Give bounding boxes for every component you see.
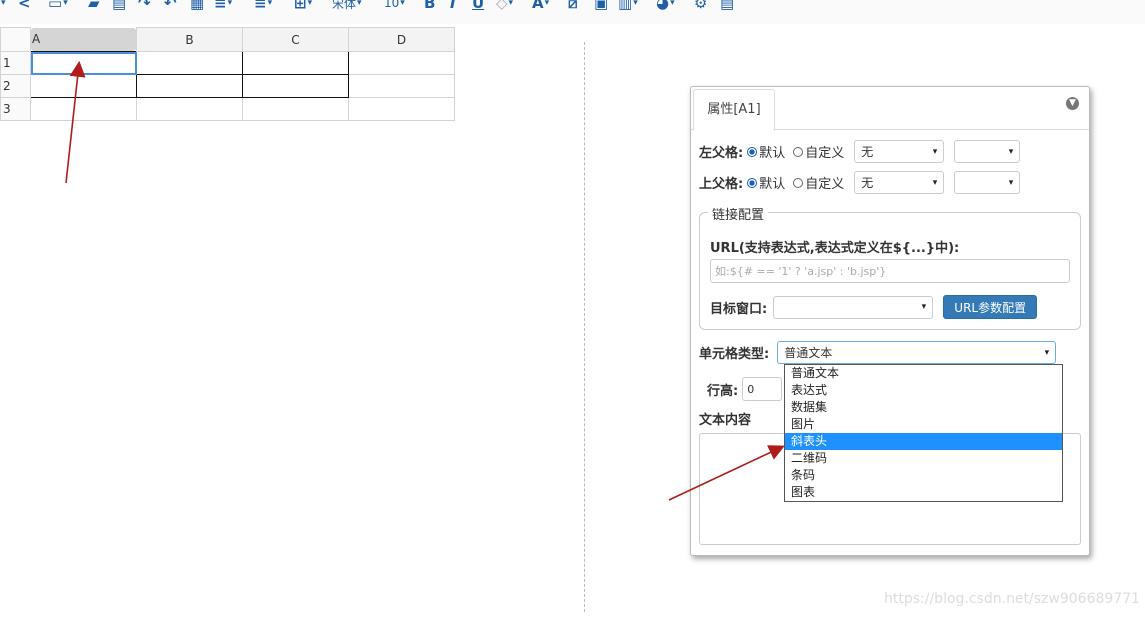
annotation-arrows xyxy=(65,60,785,501)
watermark: https://blog.csdn.net/szw906689771 xyxy=(884,591,1141,607)
arrow-to-diagonal-header-option xyxy=(668,445,785,501)
arrow-to-cell-a1 xyxy=(65,60,86,184)
